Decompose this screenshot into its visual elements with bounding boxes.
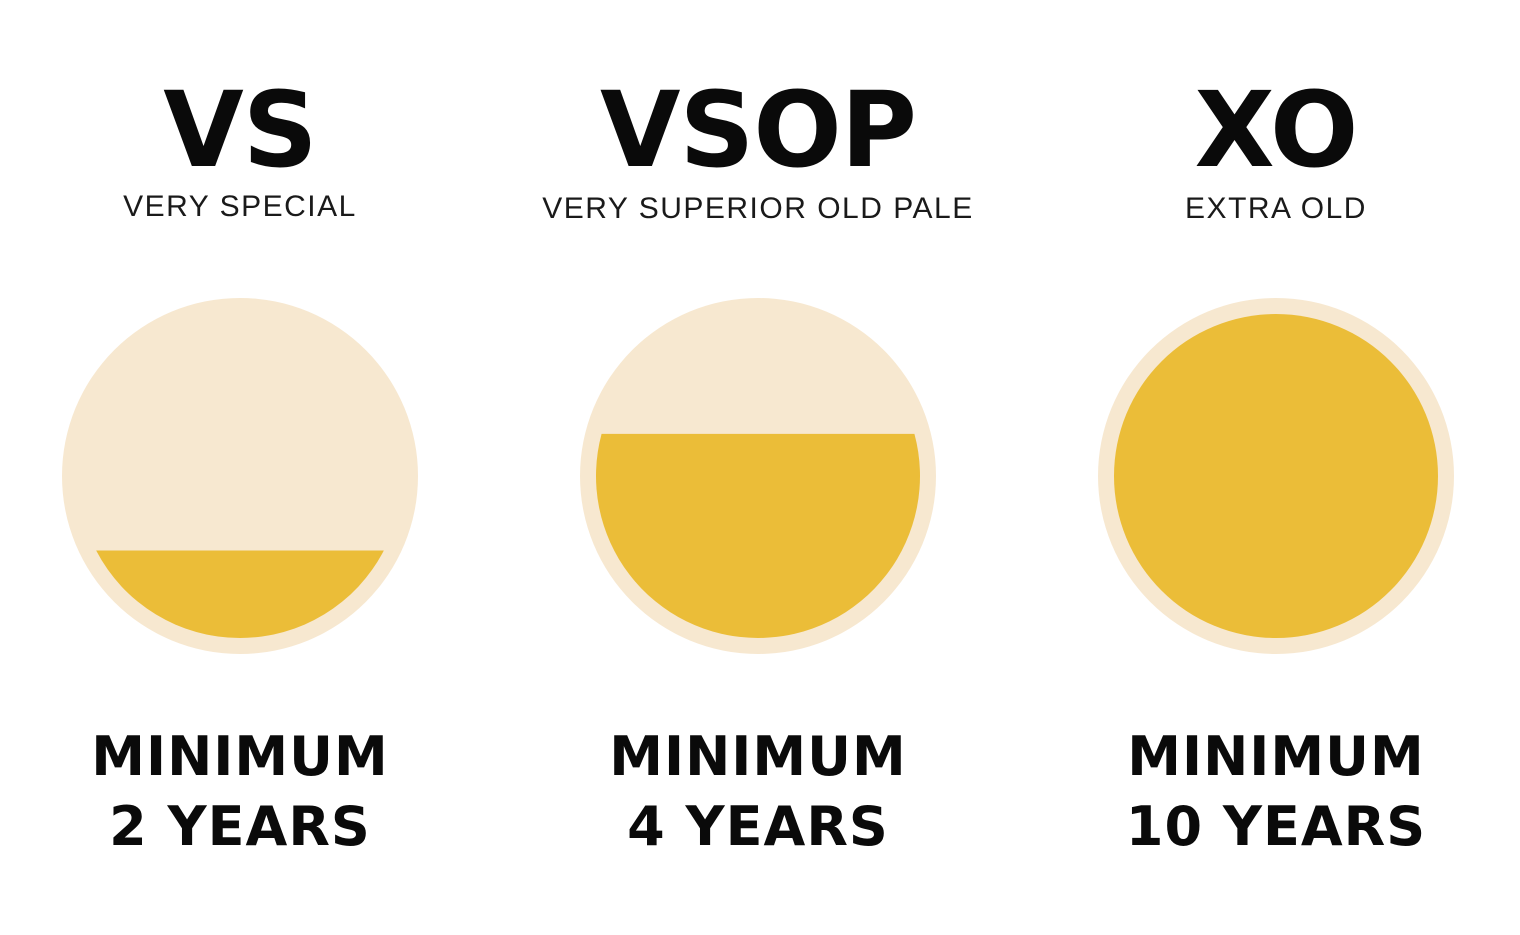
years-label: 4 YEARS	[627, 795, 889, 858]
glass-fill-icon	[580, 298, 936, 654]
grade-column-xo: XO EXTRA OLD MINIMUM 10 YEARS	[1036, 0, 1516, 935]
grade-code: XO	[1194, 69, 1359, 191]
grade-full-name: VERY SUPERIOR OLD PALE	[542, 192, 974, 225]
minimum-age: MINIMUM 10 YEARS	[1036, 722, 1516, 862]
grade-column-vsop: VSOP VERY SUPERIOR OLD PALE MINIMUM 4 YE…	[518, 0, 998, 935]
minimum-label: MINIMUM	[609, 725, 907, 788]
glass-fill-icon	[62, 298, 418, 654]
years-label: 10 YEARS	[1125, 795, 1427, 858]
minimum-age: MINIMUM 4 YEARS	[518, 722, 998, 862]
grade-column-vs: VS VERY SPECIAL MINIMUM 2 YEARS	[0, 0, 480, 935]
minimum-label: MINIMUM	[1127, 725, 1425, 788]
liquid-fill	[1114, 314, 1438, 638]
years-label: 2 YEARS	[109, 795, 371, 858]
minimum-age: MINIMUM 2 YEARS	[0, 722, 480, 862]
liquid-fill	[96, 550, 384, 638]
grade-full-name: EXTRA OLD	[1185, 192, 1367, 225]
grade-code: VSOP	[599, 69, 917, 191]
grade-full-name: VERY SPECIAL	[123, 190, 357, 223]
grade-code: VS	[163, 69, 317, 191]
minimum-label: MINIMUM	[91, 725, 389, 788]
glass-fill-icon	[1098, 298, 1454, 654]
